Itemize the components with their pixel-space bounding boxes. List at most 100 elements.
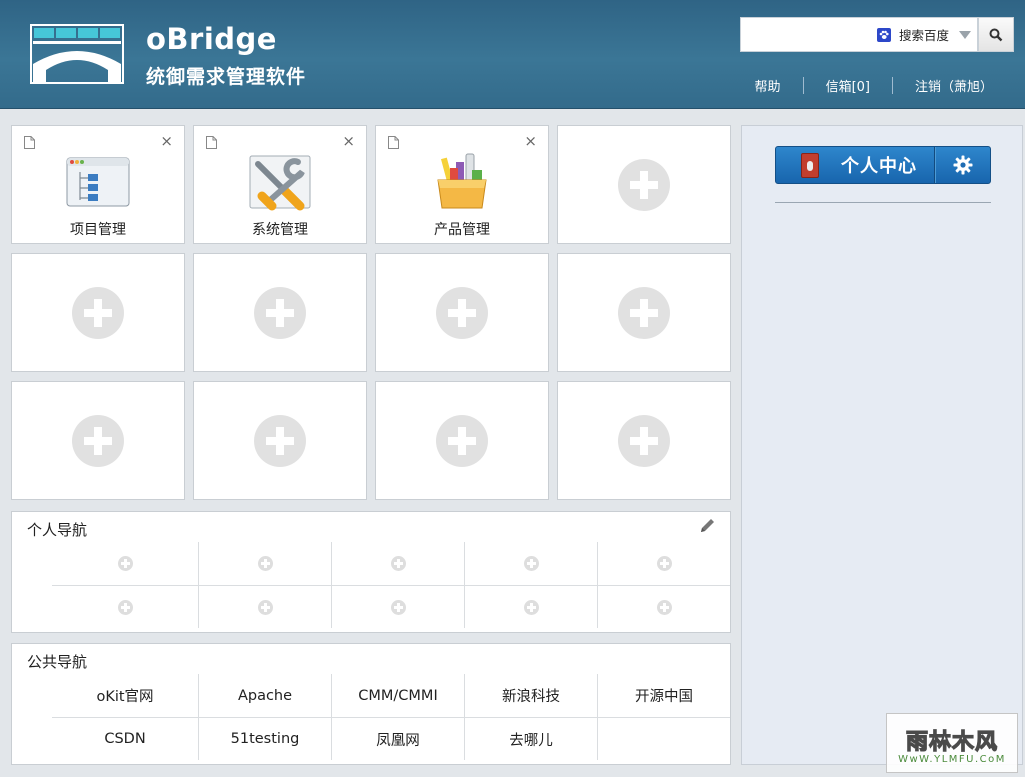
close-icon[interactable]: × <box>160 132 173 150</box>
add-icon <box>436 414 488 467</box>
divider <box>775 202 991 203</box>
tile-label: 产品管理 <box>434 222 490 238</box>
personal-center-main[interactable]: 个人中心 <box>776 147 934 183</box>
public-link[interactable]: 新浪科技 <box>464 674 597 717</box>
personal-center-button[interactable]: 个人中心 <box>775 146 991 184</box>
add-icon <box>618 158 670 211</box>
tools-icon <box>249 155 311 211</box>
add-link-button[interactable] <box>198 586 331 628</box>
add-link-button[interactable] <box>52 542 198 585</box>
add-icon <box>257 556 273 571</box>
add-link-button[interactable] <box>597 586 730 628</box>
public-nav-title: 公共导航 <box>27 653 88 671</box>
add-tile-button[interactable] <box>11 253 185 372</box>
gear-icon <box>953 155 972 175</box>
add-icon <box>254 414 306 467</box>
tile-label: 项目管理 <box>70 222 126 238</box>
add-icon <box>117 599 133 615</box>
public-link[interactable]: 51testing <box>198 718 331 760</box>
file-icon <box>24 136 35 149</box>
public-link[interactable]: 开源中国 <box>597 674 730 717</box>
inbox-link[interactable]: 信箱[0] <box>826 76 870 95</box>
personal-nav-title: 个人导航 <box>27 521 88 539</box>
obridge-logo-icon <box>30 24 124 84</box>
search-engine-select[interactable]: 搜索百度 <box>876 18 977 51</box>
watermark-logo: 雨林木风 WwW.YLMFU.CoM <box>886 713 1018 773</box>
product-box-icon <box>437 153 487 209</box>
personal-nav-grid <box>52 542 730 628</box>
tile-product-management[interactable]: × 产品管理 <box>375 125 549 244</box>
chevron-down-icon[interactable] <box>959 30 971 39</box>
edit-pencil-icon[interactable] <box>699 517 716 534</box>
file-icon <box>388 136 399 149</box>
public-link-empty <box>597 718 730 760</box>
nav-row: oKit官网 Apache CMM/CMMI 新浪科技 开源中国 <box>52 674 730 717</box>
add-tile-button[interactable] <box>11 381 185 500</box>
brand-subtitle: 统御需求管理软件 <box>146 66 307 88</box>
nav-row: CSDN 51testing 凤凰网 去哪儿 <box>52 717 730 760</box>
brand-name: oBridge <box>146 22 277 56</box>
add-link-button[interactable] <box>198 542 331 585</box>
add-tile-button[interactable] <box>375 253 549 372</box>
add-icon <box>72 286 124 339</box>
add-icon <box>618 286 670 339</box>
add-link-button[interactable] <box>331 542 464 585</box>
nav-row <box>52 542 730 585</box>
add-link-button[interactable] <box>464 542 597 585</box>
add-tile-button[interactable] <box>193 253 367 372</box>
baidu-paw-icon <box>876 27 891 42</box>
address-book-icon <box>801 152 819 178</box>
add-icon <box>390 556 406 571</box>
public-link[interactable]: CMM/CMMI <box>331 674 464 717</box>
add-icon <box>656 556 672 571</box>
public-link[interactable]: CSDN <box>52 718 198 760</box>
file-icon <box>206 136 217 149</box>
public-nav-grid: oKit官网 Apache CMM/CMMI 新浪科技 开源中国 CSDN 51… <box>52 674 730 760</box>
watermark-text: 雨林木风 <box>905 729 998 755</box>
nav-row <box>52 585 730 628</box>
add-icon <box>257 599 273 615</box>
public-link[interactable]: Apache <box>198 674 331 717</box>
add-link-button[interactable] <box>331 586 464 628</box>
add-tile-button[interactable] <box>557 253 731 372</box>
add-tile-button[interactable] <box>193 381 367 500</box>
add-icon <box>618 414 670 467</box>
add-icon <box>390 599 406 615</box>
public-link[interactable]: 去哪儿 <box>464 718 597 760</box>
add-link-button[interactable] <box>52 586 198 628</box>
search-input[interactable]: 搜索百度 <box>740 17 978 52</box>
public-link[interactable]: 凤凰网 <box>331 718 464 760</box>
logout-link[interactable]: 注销（萧旭） <box>915 76 993 95</box>
add-tile-button[interactable] <box>375 381 549 500</box>
settings-button[interactable] <box>935 147 990 183</box>
watermark-url: WwW.YLMFU.CoM <box>898 754 1006 765</box>
app-header: oBridge 统御需求管理软件 搜索百度 帮助 信箱[0] 注销（萧旭） <box>0 0 1025 109</box>
add-icon <box>436 286 488 339</box>
close-icon[interactable]: × <box>524 132 537 150</box>
personal-nav-panel: 个人导航 <box>11 511 731 633</box>
link-separator <box>891 77 893 94</box>
add-link-button[interactable] <box>464 586 597 628</box>
tile-project-management[interactable]: × 项目管理 <box>11 125 185 244</box>
tile-label: 系统管理 <box>252 222 308 238</box>
top-links: 帮助 信箱[0] 注销（萧旭） <box>755 76 993 95</box>
public-nav-panel: 公共导航 oKit官网 Apache CMM/CMMI 新浪科技 开源中国 CS… <box>11 643 731 765</box>
personal-center-label: 个人中心 <box>841 156 917 177</box>
add-icon <box>523 599 539 615</box>
close-icon[interactable]: × <box>342 132 355 150</box>
add-icon <box>117 556 133 571</box>
search-engine-label: 搜索百度 <box>898 28 949 43</box>
add-link-button[interactable] <box>597 542 730 585</box>
help-link[interactable]: 帮助 <box>755 76 781 95</box>
tile-system-management[interactable]: × 系统管理 <box>193 125 367 244</box>
search-button[interactable] <box>978 17 1014 52</box>
add-tile-button[interactable] <box>557 381 731 500</box>
right-sidebar: 个人中心 <box>741 125 1023 765</box>
public-link[interactable]: oKit官网 <box>52 674 198 717</box>
search-icon <box>989 28 1003 41</box>
add-icon <box>254 286 306 339</box>
link-separator <box>802 77 804 94</box>
add-tile-button[interactable] <box>557 125 731 244</box>
add-icon <box>523 556 539 571</box>
project-window-icon <box>66 157 130 207</box>
